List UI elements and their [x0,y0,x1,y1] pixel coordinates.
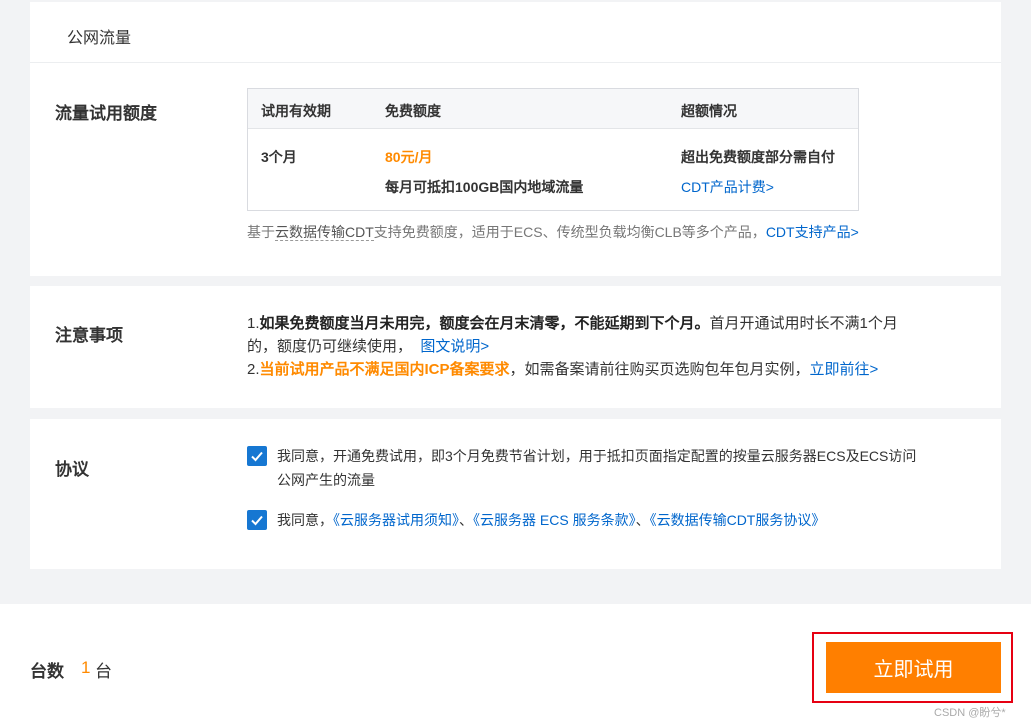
agree-trial-line-2: 公网产生的流量 [277,472,375,488]
note-line-3: 2.当前试用产品不满足国内ICP备案要求，如需备案请前往购买页选购包年包月实例，… [247,359,878,381]
illustrated-guide-link[interactable]: 图文说明> [420,338,489,355]
note-1-rest: 首月开通试用时长不满1个月 [709,315,898,332]
note-1-bold: 如果免费额度当月未用完，额度会在月末清零，不能延期到下个月。 [259,315,710,332]
agree-trial-checkbox[interactable] [247,446,267,466]
try-now-button[interactable]: 立即试用 [826,642,1001,693]
col-header-free-amount: 免费额度 [385,103,441,119]
agree-trial-text: 我同意，开通免费试用，即3个月免费节省计划，用于抵扣页面指定配置的按量云服务器E… [277,444,916,492]
separator: 、 [635,512,650,528]
cdt-note-text: 支持免费额度，适用于ECS、传统型负载均衡CLB等多个产品， [373,224,766,240]
traffic-quota-card: 公网流量 流量试用额度 试用有效期 免费额度 超额情况 3个月 80元/月 每月… [30,2,1001,276]
checkmark-icon [251,451,263,462]
checkmark-icon [251,515,263,526]
agree-trial-line-1: 我同意，开通免费试用，即3个月免费节省计划，用于抵扣页面指定配置的按量云服务器E… [277,448,917,464]
agree-terms-prefix: 我同意， [277,512,333,528]
note-2-text: 的，额度仍可继续使用， [247,338,413,355]
watermark: CSDN @盼兮* [934,707,1006,719]
traffic-quota-title: 流量试用额度 [55,104,157,123]
subheader-title: 公网流量 [67,30,132,47]
cdt-pricing-link[interactable]: CDT产品计费> [681,177,774,197]
quantity-label: 台数 [30,662,64,681]
note-1-number: 1. [247,315,260,332]
agree-terms-text: 我同意，《云服务器试用须知》、《云服务器 ECS 服务条款》、《云数据传输CDT… [277,508,825,532]
cdt-product-term[interactable]: 云数据传输CDT [275,224,374,241]
col-header-validity: 试用有效期 [261,103,331,119]
cell-free-desc: 每月可抵扣100GB国内地域流量 [385,179,584,195]
quantity-unit: 台 [95,662,112,681]
quota-table: 试用有效期 免费额度 超额情况 3个月 80元/月 每月可抵扣100GB国内地域… [247,88,859,211]
note-3-text: ，如需备案请前往购买页选购包年包月实例， [509,361,810,378]
cdt-agreement-link[interactable]: 《云数据传输CDT服务协议》 [650,512,826,528]
cdt-supported-products-link[interactable]: CDT支持产品> [766,224,859,240]
trial-notice-link[interactable]: 《云服务器试用须知》 [333,512,459,528]
ecs-terms-link[interactable]: 《云服务器 ECS 服务条款》 [473,512,636,528]
footer-bar: 台数 1 台 立即试用 CSDN @盼兮* [0,604,1031,728]
note-line-2: 的，额度仍可继续使用， 图文说明> [247,336,489,358]
icp-warning: 当前试用产品不满足国内ICP备案要求 [259,361,510,378]
cdt-note-prefix: 基于 [247,224,275,240]
go-now-link[interactable]: 立即前往> [810,361,879,378]
quota-table-header: 试用有效期 免费额度 超额情况 [248,89,858,129]
notes-card: 注意事项 1.如果免费额度当月未用完，额度会在月末清零，不能延期到下个月。首月开… [30,286,1001,408]
cdt-note: 基于云数据传输CDT支持免费额度，适用于ECS、传统型负载均衡CLB等多个产品，… [247,222,859,242]
note-3-number: 2. [247,361,260,378]
agreement-card: 协议 我同意，开通免费试用，即3个月免费节省计划，用于抵扣页面指定配置的按量云服… [30,419,1001,569]
quantity-value: 1 [81,658,91,677]
cell-free-amount: 80元/月 [385,149,433,165]
note-line-1: 1.如果免费额度当月未用完，额度会在月末清零，不能延期到下个月。首月开通试用时长… [247,313,898,335]
separator: 、 [459,512,473,528]
agreement-title: 协议 [55,460,89,479]
cell-validity: 3个月 [261,149,297,165]
section-subheader: 公网流量 [30,2,1001,63]
col-header-overage: 超额情况 [681,103,737,119]
agree-terms-checkbox[interactable] [247,510,267,530]
notes-title: 注意事项 [55,326,123,345]
cell-overage-desc: 超出免费额度部分需自付 [681,149,835,165]
